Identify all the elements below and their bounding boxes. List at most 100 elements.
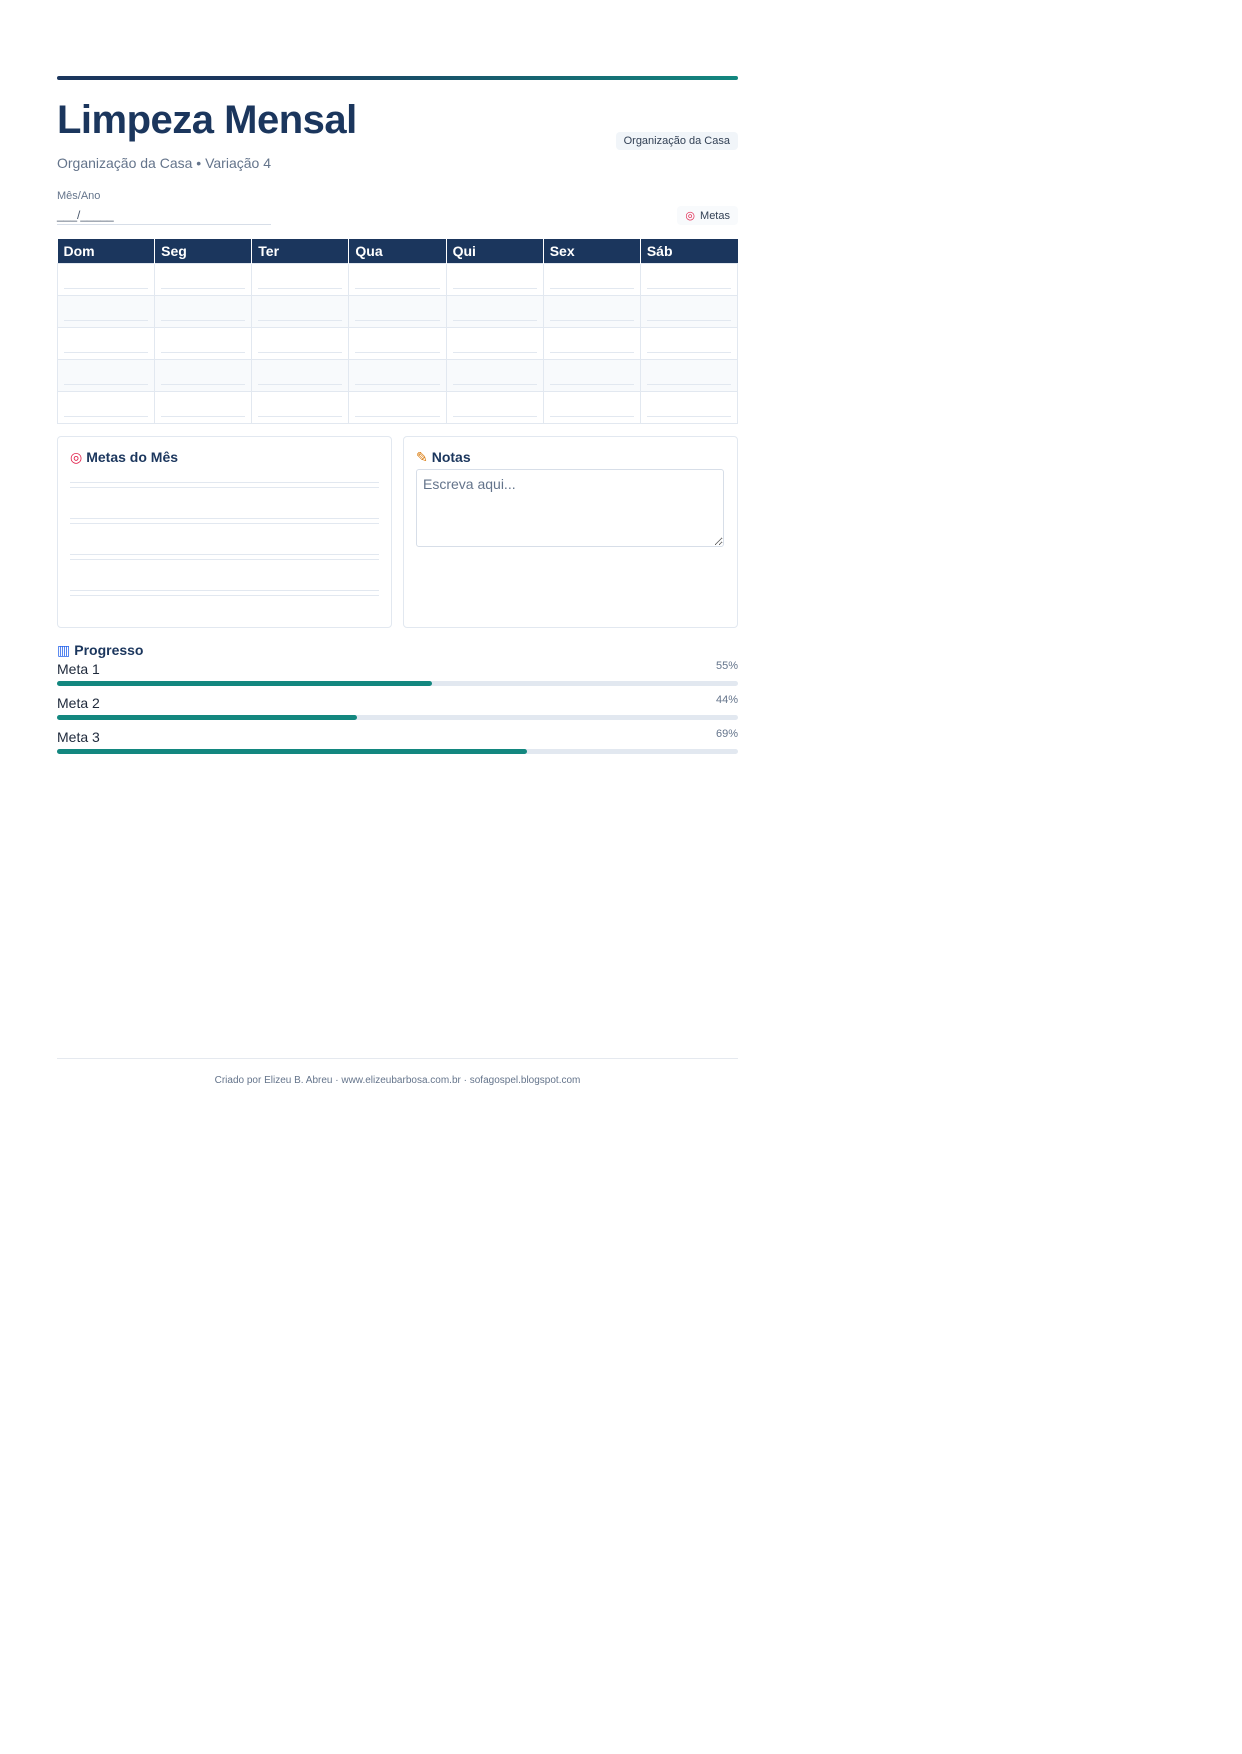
cell-writing-line <box>161 288 246 289</box>
calendar-day-cell[interactable] <box>445 263 544 296</box>
goals-panel: ◎ Metas do Mês <box>57 436 392 628</box>
cell-writing-line <box>161 320 246 321</box>
month-year-label: Mês/Ano <box>57 190 101 202</box>
cell-writing-line <box>258 384 343 385</box>
cell-writing-line <box>452 352 537 353</box>
calendar-day-cell[interactable] <box>445 295 544 328</box>
calendar-day-cell[interactable] <box>154 359 253 392</box>
calendar-day-cell[interactable] <box>154 391 253 424</box>
calendar-day-cell[interactable] <box>251 391 350 424</box>
progress-item-label: Meta 1 <box>57 661 100 677</box>
notes-textarea[interactable] <box>416 469 724 547</box>
progress-track <box>57 681 738 686</box>
calendar-day-cell[interactable] <box>56 295 156 328</box>
page-subtitle: Organização da Casa • Variação 4 <box>57 155 271 171</box>
cell-writing-line <box>355 288 440 289</box>
calendar-day-cell[interactable] <box>639 391 739 424</box>
goals-chip-label: Metas <box>700 210 730 222</box>
calendar-day-cell[interactable] <box>445 391 544 424</box>
calendar-day-cell[interactable] <box>154 295 253 328</box>
cell-writing-line <box>549 384 634 385</box>
calendar-week-row <box>56 391 739 424</box>
progress-item-percent: 55% <box>715 660 738 672</box>
goal-line[interactable] <box>70 518 379 524</box>
calendar-day-cell[interactable] <box>542 327 641 360</box>
cell-writing-line <box>646 416 731 417</box>
calendar-day-cell[interactable] <box>542 263 641 296</box>
bar-chart-icon: ▥ <box>57 642 71 658</box>
cell-writing-line <box>549 288 634 289</box>
calendar-day-cell[interactable] <box>56 327 156 360</box>
calendar-week-row <box>56 295 739 328</box>
progress-fill <box>57 749 527 754</box>
calendar-day-cell[interactable] <box>542 295 641 328</box>
progress-track <box>57 715 738 720</box>
calendar-day-cell[interactable] <box>251 327 350 360</box>
calendar-day-cell[interactable] <box>542 359 641 392</box>
cell-writing-line <box>452 384 537 385</box>
cell-writing-line <box>64 384 149 385</box>
cell-writing-line <box>64 352 149 353</box>
calendar-day-cell[interactable] <box>251 263 350 296</box>
progress-fill <box>57 681 432 686</box>
goals-chip: ◎ Metas <box>677 206 738 225</box>
progress-item-percent: 69% <box>715 728 738 740</box>
calendar-day-cell[interactable] <box>348 327 447 360</box>
calendar-day-cell[interactable] <box>154 327 253 360</box>
cell-writing-line <box>64 416 149 417</box>
cell-writing-line <box>646 288 731 289</box>
page-footer: Criado por Elizeu B. Abreu · www.elizeub… <box>57 1058 738 1086</box>
calendar-day-cell[interactable] <box>639 327 739 360</box>
calendar-day-cell[interactable] <box>154 263 253 296</box>
goal-line[interactable] <box>70 554 379 560</box>
notes-panel-title: ✎ Notas <box>416 449 471 465</box>
progress-title: ▥ Progresso <box>57 642 144 658</box>
month-year-field[interactable]: ___/_____ <box>57 208 271 225</box>
calendar-day-cell[interactable] <box>251 359 350 392</box>
calendar-week-row <box>56 327 739 360</box>
calendar-day-cell[interactable] <box>639 263 739 296</box>
category-badge: Organização da Casa <box>615 132 738 150</box>
calendar-week-row <box>56 263 739 296</box>
calendar-body <box>56 263 739 424</box>
progress-item: Meta 2 44% <box>57 693 738 727</box>
progress-list: Meta 1 55% Meta 2 44% Meta 3 69% <box>57 659 738 761</box>
goal-line[interactable] <box>70 590 379 596</box>
cell-writing-line <box>64 288 149 289</box>
cell-writing-line <box>646 352 731 353</box>
calendar-day-cell[interactable] <box>56 359 156 392</box>
calendar-day-cell[interactable] <box>56 391 156 424</box>
calendar-day-cell[interactable] <box>348 295 447 328</box>
calendar-day-cell[interactable] <box>639 295 739 328</box>
progress-fill <box>57 715 357 720</box>
progress-track <box>57 749 738 754</box>
calendar-day-header: Seg <box>154 239 253 264</box>
cell-writing-line <box>258 416 343 417</box>
calendar-day-cell[interactable] <box>56 263 156 296</box>
goal-line[interactable] <box>70 482 379 488</box>
calendar-day-cell[interactable] <box>348 263 447 296</box>
cell-writing-line <box>452 416 537 417</box>
cell-writing-line <box>161 352 246 353</box>
progress-section: ▥ Progresso Meta 1 55% Meta 2 44% Meta 3 69% <box>57 642 738 761</box>
progress-item-label: Meta 2 <box>57 695 100 711</box>
calendar-day-cell[interactable] <box>445 359 544 392</box>
calendar-day-cell[interactable] <box>348 359 447 392</box>
calendar-day-cell[interactable] <box>639 359 739 392</box>
calendar-day-cell[interactable] <box>251 295 350 328</box>
calendar-day-cell[interactable] <box>445 327 544 360</box>
cell-writing-line <box>355 352 440 353</box>
calendar-day-header: Ter <box>251 239 350 264</box>
cell-writing-line <box>355 320 440 321</box>
cell-writing-line <box>646 384 731 385</box>
calendar-header-row: Dom Seg Ter Qua Qui Sex Sáb <box>57 239 738 264</box>
calendar-day-cell[interactable] <box>542 391 641 424</box>
page-title: Limpeza Mensal <box>57 98 357 142</box>
calendar-day-cell[interactable] <box>348 391 447 424</box>
cell-writing-line <box>452 320 537 321</box>
cell-writing-line <box>258 320 343 321</box>
calendar-day-header: Qui <box>446 239 544 264</box>
cell-writing-line <box>161 384 246 385</box>
progress-item-label: Meta 3 <box>57 729 100 745</box>
page-header: Limpeza Mensal Organização da Casa • Var… <box>57 80 738 225</box>
